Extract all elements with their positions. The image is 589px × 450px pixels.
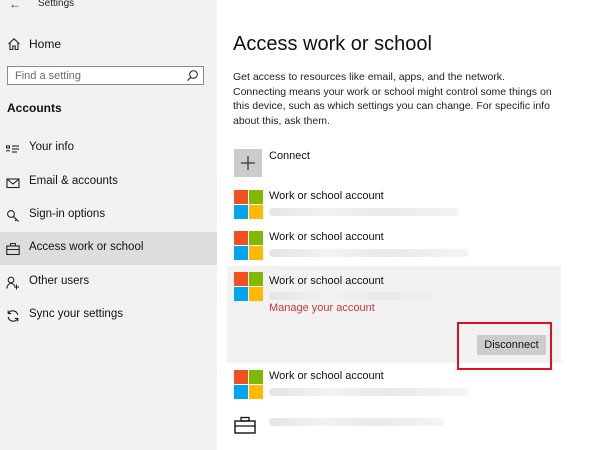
section-title-accounts: Accounts [7, 101, 62, 115]
sidebar: ← Settings Home Accounts Your info Ema [0, 0, 217, 450]
nav-home[interactable]: Home [0, 34, 217, 56]
redacted-account-text [269, 418, 444, 426]
sidebar-item-label: Sign-in options [29, 208, 106, 220]
sidebar-item-other-users[interactable]: Other users [0, 266, 217, 299]
account-item[interactable]: Work or school account [234, 190, 484, 224]
redacted-email [269, 388, 469, 396]
connect-button[interactable]: Connect [234, 149, 434, 179]
person-add-icon [6, 276, 19, 290]
main-content: Access work or school Get access to reso… [217, 0, 589, 450]
sidebar-item-your-info[interactable]: Your info [0, 132, 217, 165]
plus-icon [234, 149, 262, 177]
sidebar-item-label: Access work or school [29, 241, 144, 253]
account-name: Work or school account [269, 231, 384, 243]
account-item[interactable]: Work or school account [234, 370, 484, 404]
sidebar-item-label: Your info [29, 141, 74, 153]
account-name: Work or school account [269, 370, 384, 382]
account-name: Work or school account [269, 190, 384, 202]
redacted-email [269, 208, 459, 216]
sidebar-item-label: Sync your settings [29, 308, 123, 320]
microsoft-logo-icon [234, 231, 263, 260]
account-name: Work or school account [269, 275, 384, 287]
briefcase-icon [234, 416, 256, 434]
account-item[interactable]: Work or school account [234, 231, 484, 265]
search-icon[interactable] [186, 69, 199, 82]
search-box [7, 66, 204, 85]
sidebar-item-label: Other users [29, 275, 90, 287]
title-bar: ← Settings [0, 0, 217, 14]
sync-icon [7, 310, 19, 322]
microsoft-logo-icon [234, 190, 263, 219]
sidebar-item-access-work-or-school[interactable]: Access work or school [0, 232, 217, 265]
sidebar-item-sync-your-settings[interactable]: Sync your settings [0, 299, 217, 332]
redacted-email [269, 249, 469, 257]
mail-icon [6, 178, 20, 189]
microsoft-logo-icon [234, 370, 263, 399]
key-icon [7, 210, 19, 222]
connect-label: Connect [269, 150, 310, 162]
manage-account-link[interactable]: Manage your account [269, 302, 375, 314]
redacted-email [269, 292, 459, 300]
sidebar-item-email-accounts[interactable]: Email & accounts [0, 166, 217, 199]
page-title: Access work or school [233, 33, 432, 55]
briefcase-icon [6, 243, 20, 256]
highlight-box [457, 322, 552, 370]
sidebar-item-label: Email & accounts [29, 175, 118, 187]
window-title: Settings [38, 0, 75, 9]
page-description: Get access to resources like email, apps… [233, 71, 552, 127]
search-input[interactable] [8, 67, 185, 84]
back-arrow-icon[interactable]: ← [9, 0, 21, 11]
home-icon [8, 38, 20, 51]
nav-home-label: Home [29, 37, 62, 51]
sidebar-item-sign-in-options[interactable]: Sign-in options [0, 199, 217, 232]
contact-card-icon [6, 145, 19, 153]
microsoft-logo-icon [234, 272, 263, 301]
